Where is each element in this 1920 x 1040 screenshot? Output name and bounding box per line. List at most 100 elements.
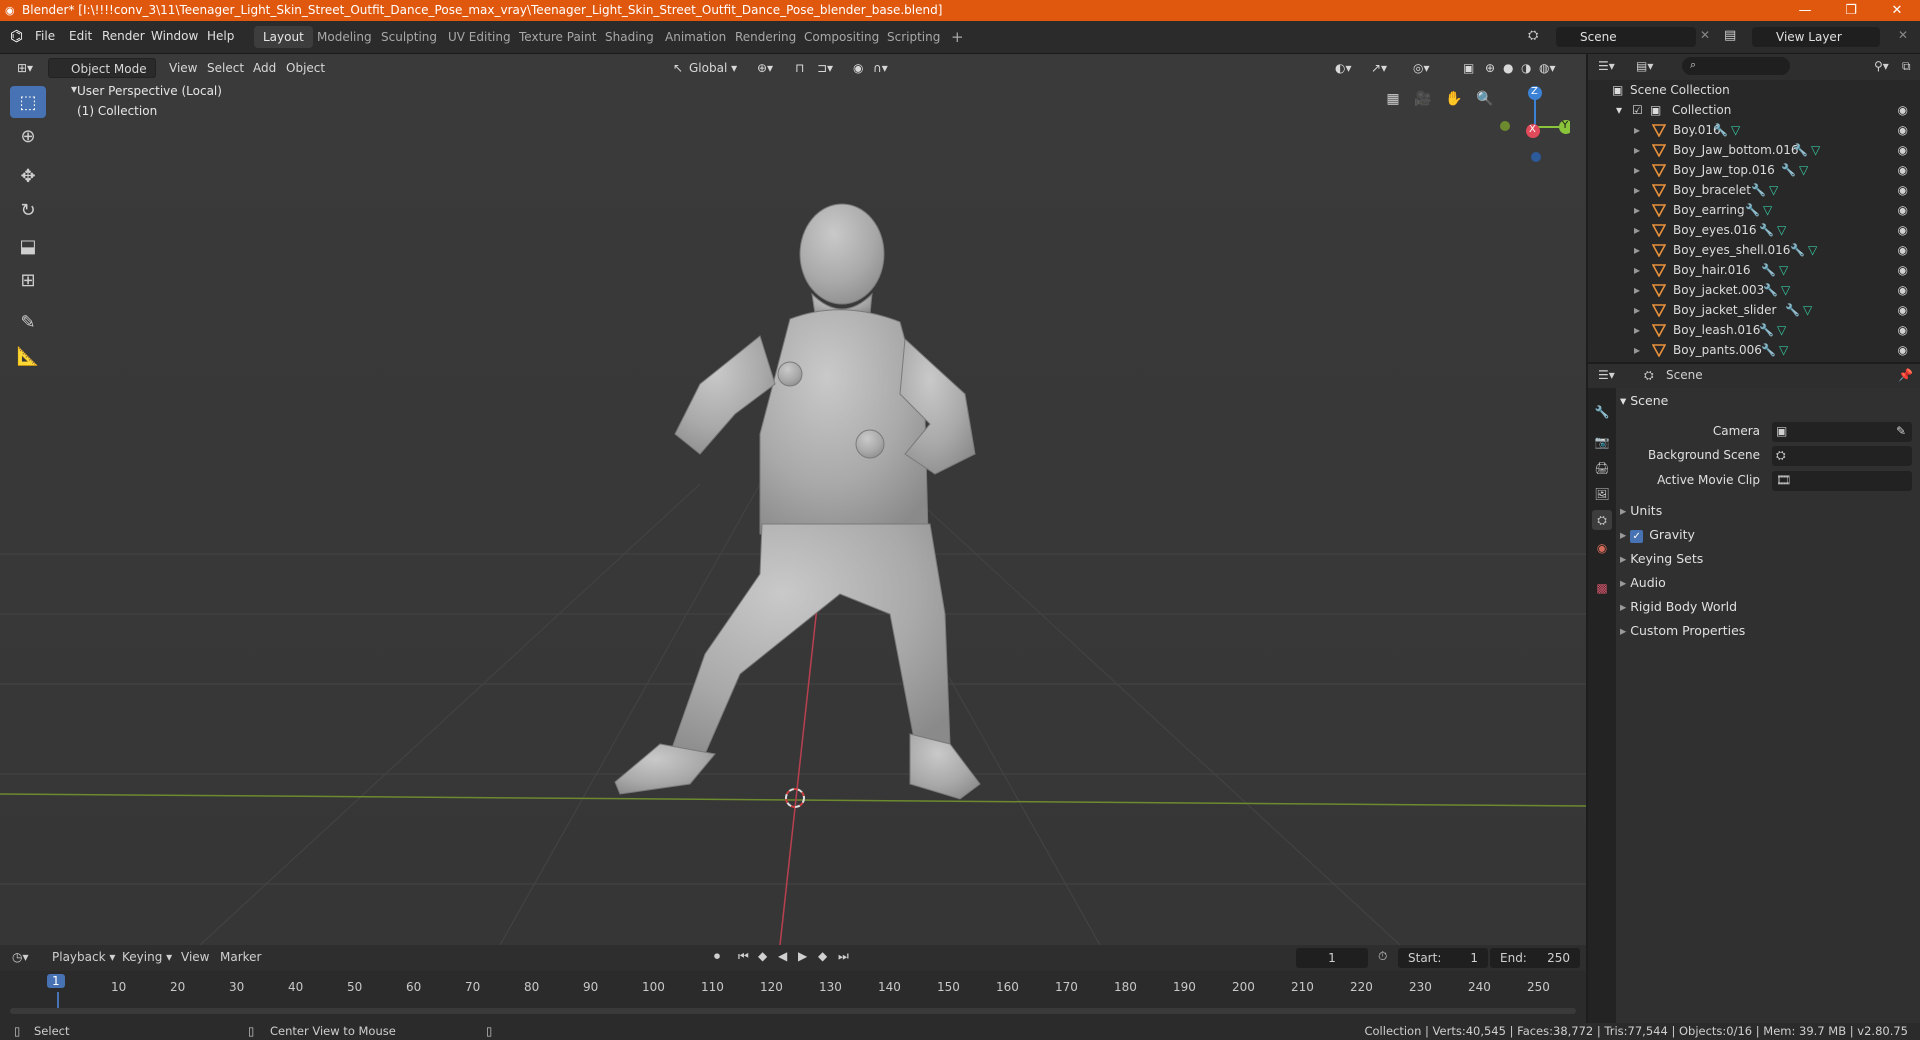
modifier-wrench-icon[interactable]: 🔧 <box>1759 220 1774 240</box>
eye-icon[interactable]: ◉ <box>1898 280 1908 300</box>
subpanel-header[interactable]: ▸ Rigid Body World <box>1620 596 1910 618</box>
outliner-item[interactable]: ▸ Boy_pants.006 🔧 ▽ ◉ <box>1588 340 1920 360</box>
prev-keyframe-icon[interactable]: ◆ <box>758 949 767 963</box>
jump-end-icon[interactable]: ⏭ <box>838 949 849 964</box>
mesh-data-icon[interactable]: ▽ <box>1803 300 1812 320</box>
outliner-search-input[interactable]: ⌕ <box>1682 57 1790 75</box>
play-icon[interactable]: ▶ <box>798 949 807 963</box>
blender-menu-icon[interactable]: ⌬ <box>10 27 23 45</box>
eyedropper-icon[interactable]: ✎ <box>1896 424 1906 438</box>
close-icon[interactable]: ✕ <box>1898 28 1908 42</box>
tab-uv-editing[interactable]: UV Editing <box>439 26 520 48</box>
record-icon[interactable]: ⏺ <box>714 949 720 964</box>
mesh-data-icon[interactable]: ▽ <box>1779 260 1788 280</box>
scene-panel-header[interactable]: ▾ Scene <box>1620 390 1668 412</box>
menu-object[interactable]: Object <box>281 58 330 78</box>
eye-icon[interactable]: ◉ <box>1898 340 1908 360</box>
modifier-wrench-icon[interactable]: 🔧 <box>1763 280 1778 300</box>
mesh-data-icon[interactable]: ▽ <box>1799 160 1808 180</box>
menu-keying[interactable]: Keying ▾ <box>122 950 172 964</box>
outliner-collection[interactable]: ▾ ☑ ▣ Collection ◉ <box>1588 100 1920 120</box>
filter-icon[interactable]: ⚲▾ <box>1874 59 1889 73</box>
expand-arrow-icon[interactable]: ▸ <box>1634 200 1640 220</box>
tab-animation[interactable]: Animation <box>656 26 735 48</box>
play-reverse-icon[interactable]: ◀ <box>778 949 787 963</box>
move-tool[interactable]: ✥ <box>10 160 46 192</box>
menu-marker[interactable]: Marker <box>220 950 261 964</box>
outliner-item[interactable]: ▸ Boy_hair.016 🔧 ▽ ◉ <box>1588 260 1920 280</box>
texture-tab-icon[interactable]: ▩ <box>1592 578 1612 598</box>
subpanel-header[interactable]: ▸ Custom Properties <box>1620 620 1910 642</box>
close-button[interactable]: ✕ <box>1874 0 1920 21</box>
expand-arrow-icon[interactable]: ▸ <box>1634 160 1640 180</box>
world-tab-icon[interactable]: ◉ <box>1592 538 1612 558</box>
scene-tab-icon[interactable]: ⛭ <box>1592 510 1612 530</box>
camera-view-icon[interactable]: 🎥 <box>1410 86 1436 112</box>
modifier-wrench-icon[interactable]: 🔧 <box>1761 340 1776 360</box>
subpanel-header[interactable]: ▸ Units <box>1620 500 1910 522</box>
navigation-gizmo[interactable]: Z Y X <box>1490 82 1573 162</box>
mesh-data-icon[interactable]: ▽ <box>1779 340 1788 360</box>
modifier-wrench-icon[interactable]: 🔧 <box>1713 120 1728 140</box>
close-icon[interactable]: ✕ <box>1700 28 1710 42</box>
modifier-wrench-icon[interactable]: 🔧 <box>1751 180 1766 200</box>
mesh-data-icon[interactable]: ▽ <box>1781 280 1790 300</box>
tab-scripting[interactable]: Scripting <box>878 26 949 48</box>
restore-button[interactable]: ❐ <box>1828 0 1874 21</box>
annotate-tool[interactable]: ✎ <box>10 306 46 338</box>
eye-icon[interactable]: ◉ <box>1898 300 1908 320</box>
eye-icon[interactable]: ◉ <box>1898 320 1908 340</box>
cursor-tool[interactable]: ⊕ <box>10 120 46 152</box>
eye-icon[interactable]: ◉ <box>1898 140 1908 160</box>
rendered-shading-icon[interactable]: ◍▾ <box>1534 58 1561 78</box>
overlays-icon[interactable]: ◎▾ <box>1408 58 1435 78</box>
eye-icon[interactable]: ◉ <box>1898 260 1908 280</box>
modifier-wrench-icon[interactable]: 🔧 <box>1785 300 1800 320</box>
tab-rendering[interactable]: Rendering <box>726 26 805 48</box>
jump-start-icon[interactable]: ⏮ <box>738 949 749 964</box>
menu-edit[interactable]: Edit <box>69 29 92 43</box>
menu-view[interactable]: View <box>164 58 202 78</box>
eye-icon[interactable]: ◉ <box>1898 160 1908 180</box>
xray-icon[interactable]: ▣ <box>1458 58 1479 78</box>
pivot-point-icon[interactable]: ⊕▾ <box>752 58 778 78</box>
start-frame-field[interactable]: Start: 1 <box>1398 948 1488 968</box>
eye-icon[interactable]: ◉ <box>1898 240 1908 260</box>
eye-icon[interactable]: ◉ <box>1898 180 1908 200</box>
menu-file[interactable]: File <box>35 29 55 43</box>
subpanel-header[interactable]: ▸ Keying Sets <box>1620 548 1910 570</box>
expand-arrow-icon[interactable]: ▸ <box>1634 300 1640 320</box>
expand-arrow-icon[interactable]: ▸ <box>1634 260 1640 280</box>
active-movie-clip-field[interactable]: 🎞 <box>1772 471 1912 491</box>
menu-select[interactable]: Select <box>202 58 249 78</box>
display-mode-icon[interactable]: ▤▾ <box>1636 59 1653 73</box>
eye-icon[interactable]: ◉ <box>1898 120 1908 140</box>
end-frame-field[interactable]: End: 250 <box>1490 948 1580 968</box>
view-layer-icon[interactable]: ▤ <box>1724 28 1736 43</box>
rotate-tool[interactable]: ↻ <box>10 194 46 226</box>
expand-arrow-icon[interactable]: ▸ <box>1634 320 1640 340</box>
mesh-data-icon[interactable]: ▽ <box>1731 120 1740 140</box>
measure-tool[interactable]: 📐 <box>10 340 46 372</box>
outliner-item[interactable]: ▸ Boy_jacket.003 🔧 ▽ ◉ <box>1588 280 1920 300</box>
transform-orientation-dropdown[interactable]: Global ▾ <box>684 58 742 78</box>
eye-icon[interactable]: ◉ <box>1898 100 1908 120</box>
mesh-data-icon[interactable]: ▽ <box>1777 220 1786 240</box>
modifier-wrench-icon[interactable]: 🔧 <box>1745 200 1760 220</box>
tab-sculpting[interactable]: Sculpting <box>372 26 446 48</box>
editor-type-icon[interactable]: ⊞▾ <box>12 58 38 78</box>
eye-icon[interactable]: ◉ <box>1898 220 1908 240</box>
outliner-item[interactable]: ▸ Boy_leash.016 🔧 ▽ ◉ <box>1588 320 1920 340</box>
snap-target-icon[interactable]: ⊐▾ <box>812 58 838 78</box>
current-frame-indicator[interactable]: 1 <box>47 974 65 988</box>
outliner-item[interactable]: ▸ Boy_eyes_shell.016 🔧 ▽ ◉ <box>1588 240 1920 260</box>
gravity-checkbox[interactable]: ✓ <box>1630 530 1644 543</box>
modifier-wrench-icon[interactable]: 🔧 <box>1761 260 1776 280</box>
pin-icon[interactable]: 📌 <box>1898 368 1913 382</box>
scale-tool[interactable]: ⬓ <box>10 230 46 262</box>
subpanel-header[interactable]: ▸ ✓ Gravity <box>1620 524 1910 546</box>
scene-icon[interactable]: ⛭ <box>1528 28 1538 43</box>
modifier-wrench-icon[interactable]: 🔧 <box>1793 140 1808 160</box>
menu-view[interactable]: View <box>181 950 209 964</box>
expand-arrow-icon[interactable]: ▸ <box>1634 240 1640 260</box>
